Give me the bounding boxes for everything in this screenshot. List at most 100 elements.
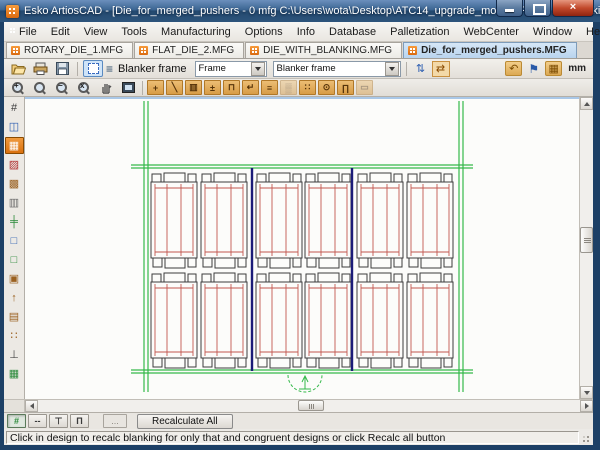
- nick-pattern-icon[interactable]: ∷: [299, 80, 316, 95]
- printer-icon: [33, 62, 48, 75]
- maximize-button[interactable]: [524, 0, 551, 17]
- push-up-tool-icon[interactable]: ↑: [5, 289, 24, 306]
- scroll-left-icon[interactable]: [25, 400, 38, 412]
- blanker-frame-icon[interactable]: □: [5, 251, 24, 268]
- double-rule-icon[interactable]: ≡: [261, 80, 278, 95]
- layer-toggle-button[interactable]: ⇅: [412, 61, 430, 77]
- pan-tool-button[interactable]: [96, 79, 116, 96]
- cross-rule-icon[interactable]: +: [147, 80, 164, 95]
- zoom-window-icon: [33, 81, 47, 95]
- menu-window[interactable]: Window: [526, 24, 579, 40]
- chevron-down-icon[interactable]: [385, 62, 399, 76]
- upper-frame-icon[interactable]: ▣: [5, 270, 24, 287]
- tab-die_with_blanking.mfg[interactable]: DIE_WITH_BLANKING.MFG: [245, 42, 402, 58]
- tab-rotary_die_1.mfg[interactable]: ROTARY_DIE_1.MFG: [6, 42, 133, 58]
- spare-tool-icon: ▭: [356, 80, 373, 95]
- zoom-in-icon: +: [11, 81, 25, 95]
- blanking-holes-icon[interactable]: ∷: [5, 327, 24, 344]
- save-button[interactable]: [52, 60, 72, 77]
- close-button[interactable]: ×: [552, 0, 594, 17]
- workspace-icon[interactable]: ⚑: [525, 61, 542, 76]
- fit-view-icon: [122, 82, 135, 93]
- dimension-rule-icon[interactable]: ±: [204, 80, 221, 95]
- hatch-rule-icon[interactable]: ▥: [185, 80, 202, 95]
- clamp-tool-icon[interactable]: ⊓: [223, 80, 240, 95]
- artioscad-logo-icon: [6, 5, 19, 18]
- fit-view-button[interactable]: [118, 79, 138, 96]
- menu-tools[interactable]: Tools: [114, 24, 154, 40]
- frame-type-combobox-value: Blanker frame: [274, 63, 384, 74]
- tab-die_for_merged_pushers.mfg[interactable]: Die_for_merged_pushers.MFG: [403, 42, 577, 58]
- show-supports-button[interactable]: Π: [70, 414, 89, 428]
- menu-edit[interactable]: Edit: [44, 24, 77, 40]
- roll-tool-icon: ▒: [280, 80, 297, 95]
- tab-flat_die_2.mfg[interactable]: FLAT_DIE_2.MFG: [134, 42, 244, 58]
- zoom-in-button[interactable]: +: [8, 79, 28, 96]
- vertical-scrollbar[interactable]: [579, 97, 593, 399]
- panel-edit-icon[interactable]: ▩: [5, 175, 24, 192]
- current-tool-label: Blanker frame: [118, 63, 186, 75]
- press-platen-icon[interactable]: ⊥: [5, 346, 24, 363]
- status-bar: Click in design to recalc blanking for o…: [4, 429, 593, 445]
- layer-swap-button[interactable]: ⇄: [432, 61, 450, 77]
- layer-combobox[interactable]: Frame: [195, 61, 267, 77]
- tab-label: DIE_WITH_BLANKING.MFG: [263, 45, 392, 56]
- undo-icon[interactable]: ↶: [505, 61, 522, 76]
- zoom-previous-button[interactable]: x: [74, 79, 94, 96]
- zoom-out-button[interactable]: −: [52, 79, 72, 96]
- blanker-frame-tool-button[interactable]: [83, 60, 103, 77]
- more-options-button[interactable]: ...: [103, 414, 127, 428]
- menu-webcenter[interactable]: WebCenter: [456, 24, 525, 40]
- stripping-frame-icon[interactable]: ╪: [5, 213, 24, 230]
- zoom-window-button[interactable]: [30, 79, 50, 96]
- menu-manufacturing[interactable]: Manufacturing: [154, 24, 238, 40]
- tab-label: FLAT_DIE_2.MFG: [152, 45, 234, 56]
- hook-rule-icon[interactable]: ↵: [242, 80, 259, 95]
- menu-help[interactable]: Help: [579, 24, 600, 40]
- title-bar[interactable]: Esko ArtiosCAD - [Die_for_merged_pushers…: [0, 0, 600, 22]
- grid-settings-icon[interactable]: ▦: [5, 365, 24, 382]
- pan-tool-icon: [100, 81, 113, 94]
- menu-database[interactable]: Database: [322, 24, 383, 40]
- board-info-icon[interactable]: ▦: [545, 61, 562, 76]
- artioscad-doc-icon: [408, 46, 417, 55]
- artioscad-doc-icon: [11, 46, 20, 55]
- menu-file[interactable]: File: [12, 24, 44, 40]
- minimize-button[interactable]: [496, 0, 523, 17]
- rollers-icon[interactable]: ▥: [5, 194, 24, 211]
- menu-options[interactable]: Options: [238, 24, 290, 40]
- scroll-up-icon[interactable]: [580, 97, 593, 110]
- diagonal-rule-icon[interactable]: ╲: [166, 80, 183, 95]
- frame-type-combobox[interactable]: Blanker frame: [273, 61, 401, 77]
- show-gaps-button[interactable]: --: [28, 414, 47, 428]
- status-message: Click in design to recalc blanking for o…: [6, 431, 579, 444]
- bridge-tool-icon[interactable]: ∏: [337, 80, 354, 95]
- scroll-down-icon[interactable]: [580, 386, 593, 399]
- chevron-down-icon[interactable]: [251, 62, 265, 76]
- vertical-scroll-thumb[interactable]: [580, 227, 593, 253]
- layout-panels-icon[interactable]: ◫: [5, 118, 24, 135]
- recalculate-all-button[interactable]: Recalculate All: [137, 414, 233, 429]
- pin-tool-icon[interactable]: ⊙: [318, 80, 335, 95]
- frame-size-icon[interactable]: □: [5, 232, 24, 249]
- scroll-right-icon[interactable]: [580, 400, 593, 412]
- show-rails-button[interactable]: #: [7, 414, 26, 428]
- zoom-previous-icon: x: [77, 81, 91, 95]
- menu-palletization[interactable]: Palletization: [383, 24, 456, 40]
- horizontal-scrollbar[interactable]: [4, 399, 593, 412]
- output-button[interactable]: [30, 60, 50, 77]
- die-edit-icon[interactable]: ▨: [5, 156, 24, 173]
- main-toolbar: ≡ Blanker frame Frame Blanker frame ⇅ ⇄ …: [4, 59, 593, 79]
- drawing-canvas[interactable]: [25, 97, 579, 399]
- manufacturing-grid-icon[interactable]: #: [5, 99, 24, 116]
- open-file-button[interactable]: [8, 60, 28, 77]
- menu-view[interactable]: View: [77, 24, 115, 40]
- horizontal-scroll-track[interactable]: [38, 400, 580, 412]
- resize-grip-icon[interactable]: [579, 431, 591, 444]
- lower-stripping-icon[interactable]: ▤: [5, 308, 24, 325]
- menu-info[interactable]: Info: [290, 24, 322, 40]
- layer-combobox-value: Frame: [196, 63, 250, 74]
- show-bar-button[interactable]: ⊤: [49, 414, 68, 428]
- blanking-tool-icon[interactable]: ▦: [5, 137, 24, 154]
- horizontal-scroll-thumb[interactable]: [298, 400, 324, 411]
